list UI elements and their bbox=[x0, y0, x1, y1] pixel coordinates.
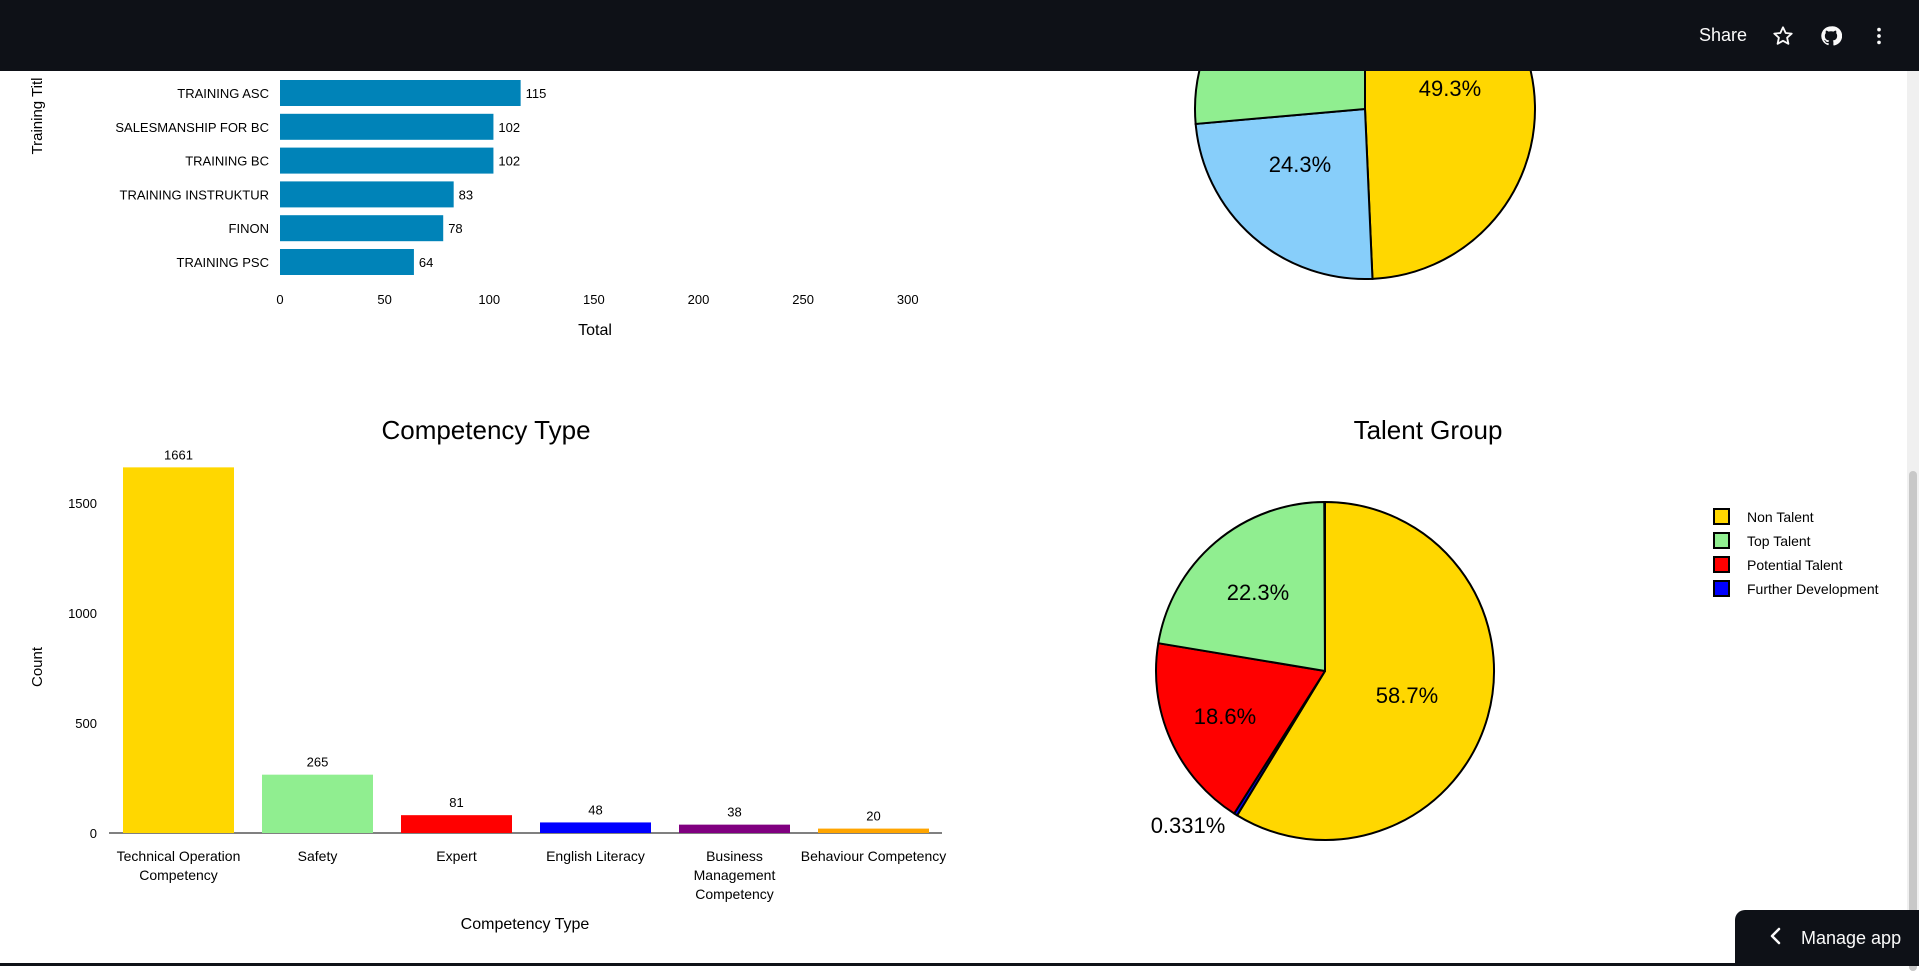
training-category-label: FINON bbox=[229, 221, 269, 236]
training-bar bbox=[280, 249, 414, 275]
competency-title: Competency Type bbox=[381, 415, 590, 445]
training-bar bbox=[280, 181, 454, 208]
training-bar bbox=[280, 80, 521, 106]
competency-xlabel: Competency Type bbox=[461, 916, 590, 933]
competency-bar bbox=[540, 822, 651, 833]
share-button[interactable]: Share bbox=[1699, 25, 1747, 46]
talent-legend-label: Top Talent bbox=[1747, 533, 1811, 549]
training-x-tick: 300 bbox=[897, 292, 919, 307]
competency-bar bbox=[679, 824, 790, 833]
competency-value-label: 48 bbox=[588, 802, 602, 817]
header-actions: Share bbox=[1699, 0, 1891, 71]
competency-type-bar-chart: Competency Type Count Competency Type 16… bbox=[29, 415, 946, 933]
training-x-tick: 250 bbox=[792, 292, 814, 307]
competency-value-label: 20 bbox=[866, 809, 880, 824]
talent-legend-swatch bbox=[1713, 532, 1730, 549]
talent-legend-swatch bbox=[1713, 508, 1730, 525]
training-x-tick: 0 bbox=[276, 292, 283, 307]
talent-title: Talent Group bbox=[1354, 415, 1503, 445]
top-pie-chart: 49.3% 24.3% bbox=[1194, 71, 1536, 280]
training-xlabel: Total bbox=[578, 322, 612, 339]
competency-y-tick: 0 bbox=[90, 826, 97, 841]
top-pie-label-2: 24.3% bbox=[1269, 152, 1331, 177]
talent-legend-label: Further Development bbox=[1747, 581, 1879, 597]
competency-bar bbox=[401, 815, 512, 833]
more-vertical-icon[interactable] bbox=[1867, 24, 1891, 48]
talent-label-top-talent: 22.3% bbox=[1227, 580, 1289, 605]
training-value-label: 102 bbox=[498, 154, 520, 169]
talent-label-non-talent: 58.7% bbox=[1376, 683, 1438, 708]
competency-category-label: Safety bbox=[298, 848, 338, 864]
talent-label-potential: 18.6% bbox=[1194, 704, 1256, 729]
top-pie-slice bbox=[1364, 71, 1536, 280]
main-content: Training Titl Total TRAINING ASC 115 SALES… bbox=[0, 71, 1919, 966]
competency-value-label: 81 bbox=[449, 795, 463, 810]
training-value-label: 64 bbox=[419, 255, 433, 270]
scrollbar-thumb[interactable] bbox=[1909, 471, 1917, 971]
competency-y-tick: 1500 bbox=[68, 496, 97, 511]
talent-legend-swatch bbox=[1713, 580, 1730, 597]
top-pie-slice bbox=[1194, 107, 1374, 280]
competency-ylabel: Count bbox=[29, 646, 46, 687]
talent-group-pie-chart: Talent Group 58.7% 18.6% 22.3% 0.331% No… bbox=[1151, 415, 1879, 841]
talent-legend-label: Non Talent bbox=[1747, 509, 1814, 525]
training-ylabel: Training Titl bbox=[29, 78, 46, 155]
training-bar bbox=[280, 113, 494, 140]
competency-value-label: 38 bbox=[727, 805, 741, 820]
training-bar bbox=[280, 147, 494, 174]
training-category-label: TRAINING INSTRUKTUR bbox=[120, 187, 270, 202]
training-x-tick: 200 bbox=[688, 292, 710, 307]
training-bar bbox=[280, 215, 444, 242]
talent-legend: Non Talent Top Talent Potential Talent Furt… bbox=[1713, 508, 1879, 597]
talent-legend-swatch bbox=[1713, 556, 1730, 573]
chevron-left-icon bbox=[1769, 927, 1783, 950]
charts-canvas: Training Titl Total TRAINING ASC 115 SALES… bbox=[29, 71, 1879, 933]
training-value-label: 83 bbox=[459, 187, 473, 202]
top-pie-label-1: 49.3% bbox=[1419, 76, 1481, 101]
app-header: Share bbox=[0, 0, 1919, 71]
competency-category-label: Business Management Competency bbox=[694, 848, 776, 902]
training-value-label: 102 bbox=[498, 120, 520, 135]
competency-category-label: Behaviour Competency bbox=[801, 848, 947, 864]
training-category-label: TRAINING ASC bbox=[177, 86, 269, 101]
training-x-tick: 100 bbox=[478, 292, 500, 307]
competency-category-label: English Literacy bbox=[546, 848, 645, 864]
competency-category-label: Technical Operation Competency bbox=[117, 848, 241, 883]
manage-app-label: Manage app bbox=[1801, 927, 1902, 948]
competency-value-label: 265 bbox=[307, 755, 329, 770]
star-icon[interactable] bbox=[1771, 24, 1795, 48]
training-category-label: TRAINING PSC bbox=[177, 255, 269, 270]
competency-bar bbox=[818, 828, 929, 833]
training-value-label: 115 bbox=[526, 86, 547, 101]
training-title-bar-chart: Training Titl Total TRAINING ASC 115 SALES… bbox=[29, 78, 919, 339]
competency-y-tick: 500 bbox=[75, 716, 97, 731]
manage-app-button[interactable]: Manage app bbox=[1735, 910, 1919, 966]
training-x-tick: 150 bbox=[583, 292, 605, 307]
page-scrollbar[interactable] bbox=[1907, 71, 1919, 971]
competency-bar bbox=[262, 774, 373, 833]
talent-label-further-dev: 0.331% bbox=[1151, 813, 1226, 838]
talent-legend-label: Potential Talent bbox=[1747, 557, 1843, 573]
training-value-label: 78 bbox=[448, 221, 462, 236]
competency-y-tick: 1000 bbox=[68, 606, 97, 621]
competency-value-label: 1661 bbox=[164, 447, 193, 462]
competency-bar bbox=[123, 467, 234, 833]
training-category-label: TRAINING BC bbox=[185, 154, 269, 169]
training-x-tick: 50 bbox=[377, 292, 391, 307]
github-icon[interactable] bbox=[1819, 24, 1843, 48]
competency-category-label: Expert bbox=[436, 848, 477, 864]
training-category-label: SALESMANSHIP FOR BC bbox=[115, 120, 269, 135]
